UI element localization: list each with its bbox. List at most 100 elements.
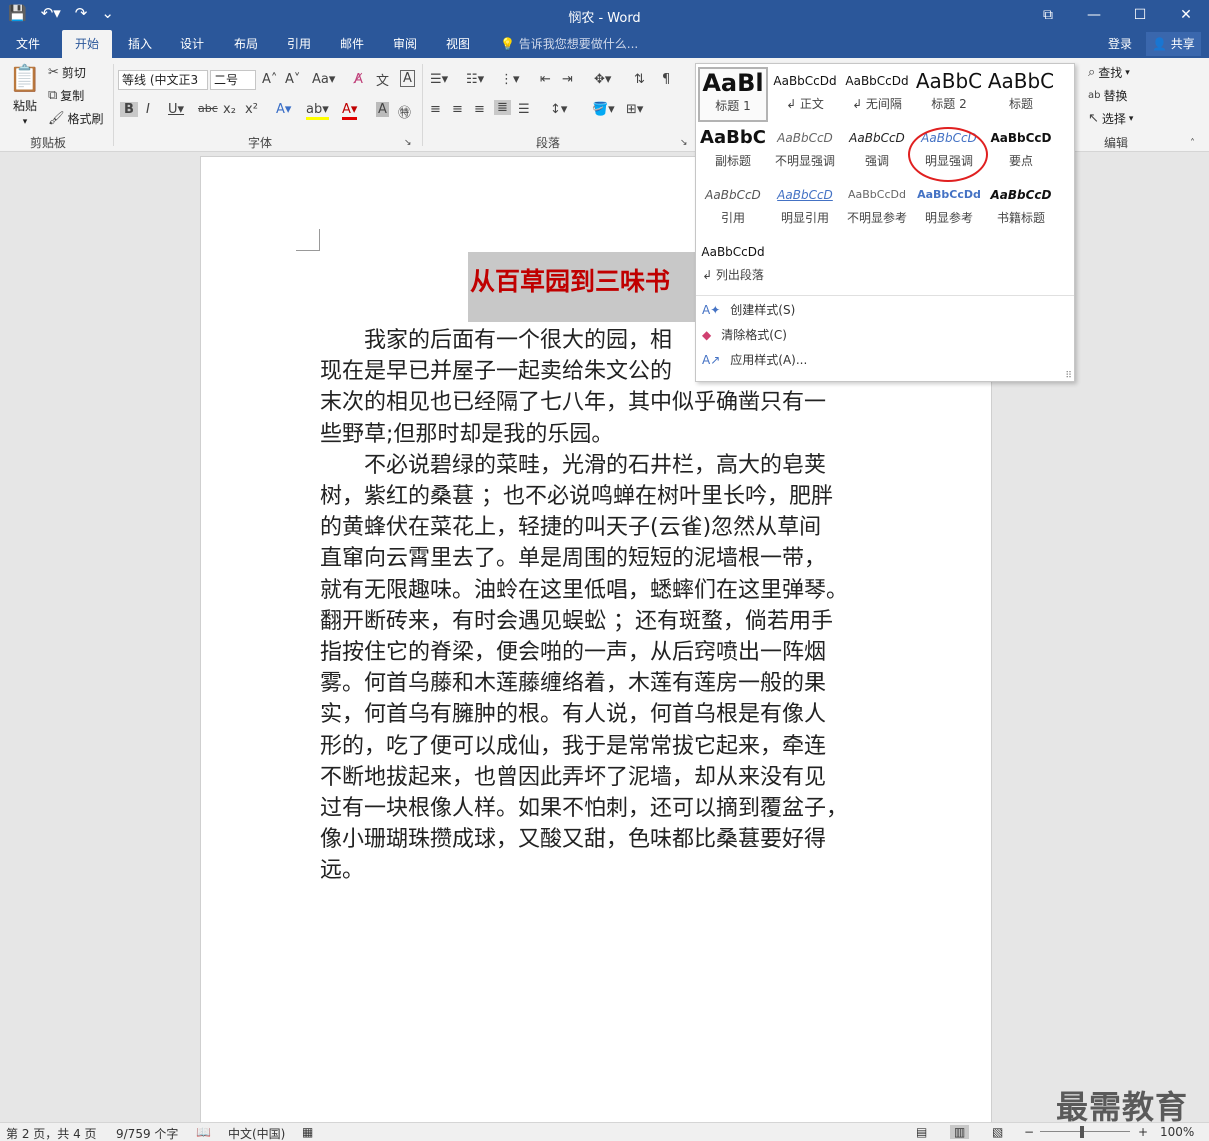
search-icon: ⌕ [1088, 65, 1096, 80]
language-indicator[interactable]: 中文(中国) [228, 1125, 285, 1141]
style-heading-1[interactable]: AaBl 标题 1 [698, 67, 768, 122]
resize-grip-icon[interactable]: ⠿ [1065, 371, 1072, 381]
replace-button[interactable]: ab 替换 [1088, 87, 1128, 104]
print-layout-icon[interactable]: ▥ [950, 1125, 970, 1139]
line-spacing-icon[interactable]: ↕▾ [550, 102, 567, 117]
increase-indent-icon[interactable]: ⇥ [562, 72, 573, 87]
italic-icon[interactable]: I [146, 102, 150, 117]
chevron-down-icon: ▾ [1125, 67, 1130, 78]
maximize-button[interactable]: ☐ [1117, 0, 1163, 30]
decrease-indent-icon[interactable]: ⇤ [540, 72, 551, 87]
font-dialog-launcher-icon[interactable]: ↘ [404, 138, 412, 148]
tell-me-box[interactable]: 💡 告诉我您想要做什么... [500, 30, 638, 58]
style-emphasis[interactable]: AaBbCcD 强调 [842, 124, 912, 179]
ribbon-display-icon[interactable]: ⧉ [1025, 0, 1071, 30]
format-painter-button[interactable]: 🖌 格式刷 [48, 110, 104, 127]
paste-button[interactable]: 📋 粘贴 ▾ [8, 64, 42, 127]
page-count[interactable]: 第 2 页，共 4 页 [6, 1125, 97, 1141]
style-title[interactable]: AaBbC 标题 [986, 67, 1056, 122]
collapse-ribbon-icon[interactable]: ˄ [1190, 138, 1195, 149]
tab-insert[interactable]: 插入 [116, 30, 164, 58]
tab-mailings[interactable]: 邮件 [328, 30, 376, 58]
character-shading-icon[interactable]: A [376, 102, 389, 117]
share-button[interactable]: 👤 共享 [1146, 32, 1201, 56]
paragraph-dialog-launcher-icon[interactable]: ↘ [680, 138, 688, 148]
text-effects-icon[interactable]: A▾ [276, 102, 291, 117]
style-quote[interactable]: AaBbCcD 引用 [698, 181, 768, 236]
style-intense-quote[interactable]: AaBbCcD 明显引用 [770, 181, 840, 236]
align-left-icon[interactable]: ≡ [430, 102, 441, 117]
borders-icon[interactable]: ⊞▾ [626, 102, 643, 117]
tab-view[interactable]: 视图 [434, 30, 482, 58]
style-preview: AaBbCcDd [701, 245, 765, 259]
style-heading-2[interactable]: AaBbC 标题 2 [914, 67, 984, 122]
apply-style-item[interactable]: A↗ 应用样式(A)... [702, 351, 807, 368]
enclose-characters-icon[interactable]: ㊕ [398, 102, 411, 121]
tab-design[interactable]: 设计 [168, 30, 216, 58]
find-button[interactable]: ⌕ 查找 ▾ [1088, 64, 1130, 81]
style-list-paragraph[interactable]: AaBbCcDd ↲ 列出段落 [698, 238, 768, 293]
select-button[interactable]: ↖ 选择 ▾ [1088, 110, 1133, 127]
numbering-icon[interactable]: ☷▾ [466, 72, 484, 87]
document-title[interactable]: 从百草园到三味书 [468, 252, 698, 322]
phonetic-guide-icon[interactable]: 文 [376, 70, 389, 89]
style-name: 标题 [1008, 97, 1033, 111]
find-label: 查找 [1098, 66, 1123, 80]
macro-icon[interactable]: ▦ [302, 1125, 313, 1139]
tab-home[interactable]: 开始 [62, 30, 112, 58]
multilevel-list-icon[interactable]: ⋮▾ [500, 72, 520, 87]
read-mode-icon[interactable]: ▤ [916, 1125, 927, 1139]
style-subtle-emphasis[interactable]: AaBbCcD 不明显强调 [770, 124, 840, 179]
style-strong[interactable]: AaBbCcD 要点 [986, 124, 1056, 179]
clear-formatting-icon[interactable]: A̸ [354, 72, 363, 87]
style-subtitle[interactable]: AaBbC 副标题 [698, 124, 768, 179]
font-color-icon[interactable]: A▾ [342, 102, 358, 120]
margin-corner-mark [296, 229, 320, 251]
justify-icon[interactable]: ≣ [494, 100, 511, 115]
text-line: 的黄蜂伏在菜花上，轻捷的叫天子(云雀)忽然从草间 [320, 515, 822, 541]
grow-font-icon[interactable]: A˄ [262, 72, 277, 87]
cut-button[interactable]: ✂ 剪切 [48, 64, 86, 81]
style-subtle-reference[interactable]: AaBbCcDd 不明显参考 [842, 181, 912, 236]
style-book-title[interactable]: AaBbCcD 书籍标题 [986, 181, 1056, 236]
style-name: ↲ 无间隔 [852, 97, 902, 111]
zoom-slider[interactable] [1040, 1131, 1130, 1132]
character-border-icon[interactable]: A [400, 70, 415, 87]
bold-icon[interactable]: B [120, 102, 138, 117]
strikethrough-icon[interactable]: abc [198, 102, 218, 115]
tab-review[interactable]: 审阅 [381, 30, 429, 58]
tab-file[interactable]: 文件 [0, 30, 56, 58]
show-marks-icon[interactable]: ¶ [662, 72, 670, 87]
proofing-icon[interactable]: 📖 [196, 1125, 211, 1139]
highlight-icon[interactable]: ab▾ [306, 102, 329, 120]
distributed-icon[interactable]: ☰ [518, 102, 530, 117]
subscript-icon[interactable]: x₂ [223, 102, 236, 117]
font-name-box[interactable]: 等线 (中文正3 [118, 70, 208, 90]
style-intense-reference[interactable]: AaBbCcDd 明显参考 [914, 181, 984, 236]
zoom-out-icon[interactable]: − [1024, 1125, 1034, 1139]
copy-button[interactable]: ⧉ 复制 [48, 87, 84, 104]
login-link[interactable]: 登录 [1108, 30, 1132, 58]
shading-icon[interactable]: 🪣▾ [592, 102, 615, 117]
tab-layout[interactable]: 布局 [222, 30, 270, 58]
change-case-icon[interactable]: Aa▾ [312, 72, 335, 87]
create-style-item[interactable]: A✦ 创建样式(S) [702, 301, 795, 318]
tab-references[interactable]: 引用 [275, 30, 323, 58]
shrink-font-icon[interactable]: A˅ [285, 72, 300, 87]
minimize-button[interactable]: — [1071, 0, 1117, 30]
style-normal[interactable]: AaBbCcDd ↲ 正文 [770, 67, 840, 122]
sort-icon[interactable]: ⇅ [634, 72, 645, 87]
web-layout-icon[interactable]: ▧ [992, 1125, 1003, 1139]
align-center-icon[interactable]: ≡ [452, 102, 463, 117]
clear-format-item[interactable]: ◆ 清除格式(C) [702, 326, 787, 343]
underline-icon[interactable]: U▾ [168, 102, 184, 117]
align-right-icon[interactable]: ≡ [474, 102, 485, 117]
word-count[interactable]: 9/759 个字 [116, 1125, 178, 1141]
style-no-spacing[interactable]: AaBbCcDd ↲ 无间隔 [842, 67, 912, 122]
close-button[interactable]: ✕ [1163, 0, 1209, 30]
superscript-icon[interactable]: x² [245, 102, 258, 117]
bullets-icon[interactable]: ☰▾ [430, 72, 448, 87]
document-body[interactable]: 我家的后面有一个很大的园，相 现在是早已并屋子一起卖给朱文公的 末次的相见也已经… [320, 325, 876, 887]
font-size-box[interactable]: 二号 [210, 70, 256, 90]
chinese-layout-icon[interactable]: ✥▾ [594, 72, 611, 87]
